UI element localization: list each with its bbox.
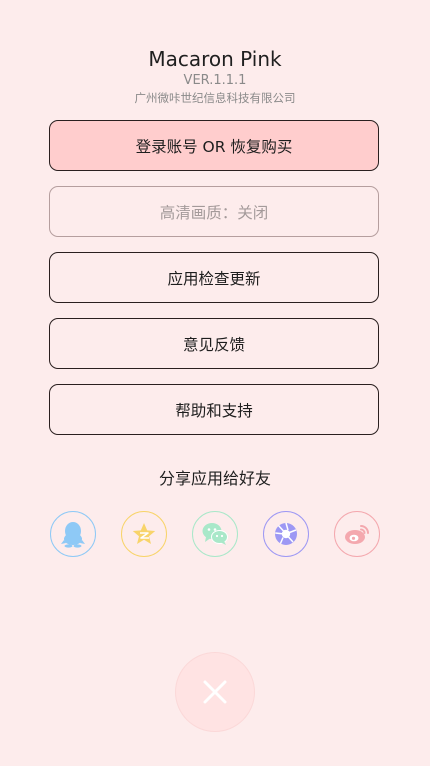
- login-restore-button[interactable]: 登录账号 OR 恢复购买: [49, 120, 379, 171]
- share-options: [0, 511, 430, 559]
- qq-icon: [61, 522, 85, 548]
- app-version: VER.1.1.1: [183, 73, 247, 88]
- share-wechat-button[interactable]: [192, 511, 238, 557]
- close-button[interactable]: [176, 653, 254, 731]
- qzone-star-icon: [132, 523, 156, 544]
- moments-aperture-icon: [275, 522, 297, 545]
- company-name: 广州微咔世纪信息科技有限公司: [134, 91, 296, 105]
- close-icon: [203, 680, 227, 704]
- share-moments-button[interactable]: [263, 511, 309, 557]
- share-weibo-button[interactable]: [334, 511, 380, 557]
- app-title: Macaron Pink: [148, 47, 282, 71]
- app-header: Macaron Pink VER.1.1.1 广州微咔世纪信息科技有限公司: [0, 46, 430, 106]
- hd-quality-toggle[interactable]: 高清画质：关闭: [49, 186, 379, 237]
- check-update-button[interactable]: 应用检查更新: [49, 252, 379, 303]
- help-support-button[interactable]: 帮助和支持: [49, 384, 379, 435]
- share-qq-button[interactable]: [50, 511, 96, 557]
- weibo-icon: [345, 525, 369, 544]
- feedback-button[interactable]: 意见反馈: [49, 318, 379, 369]
- wechat-icon: [202, 523, 228, 545]
- share-qzone-button[interactable]: [121, 511, 167, 557]
- share-title: 分享应用给好友: [158, 469, 271, 488]
